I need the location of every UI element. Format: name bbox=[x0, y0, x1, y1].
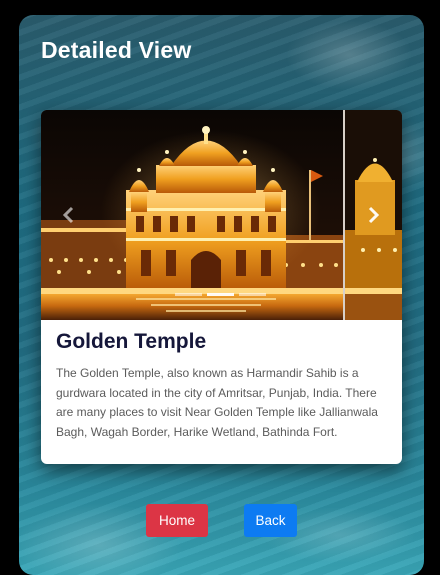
home-button[interactable]: Home bbox=[146, 504, 208, 537]
golden-temple-image bbox=[41, 110, 343, 320]
image-carousel[interactable] bbox=[41, 110, 402, 320]
card-description: The Golden Temple, also known as Harmand… bbox=[56, 366, 378, 439]
chevron-right-icon bbox=[368, 206, 380, 224]
carousel-indicator-2[interactable] bbox=[207, 293, 234, 296]
carousel-indicators bbox=[175, 293, 266, 296]
carousel-prev-button[interactable] bbox=[53, 198, 83, 232]
card-body: Golden Temple The Golden Temple, also kn… bbox=[56, 330, 391, 442]
detail-card: Golden Temple The Golden Temple, also kn… bbox=[41, 110, 402, 464]
carousel-indicator-1[interactable] bbox=[175, 293, 202, 296]
chevron-left-icon bbox=[62, 206, 74, 224]
card-title: Golden Temple bbox=[56, 330, 207, 353]
background-frame: Detailed View Golden Temple The Golden T… bbox=[19, 15, 424, 575]
back-button[interactable]: Back bbox=[244, 504, 297, 537]
page-title: Detailed View bbox=[41, 37, 192, 63]
carousel-next-button[interactable] bbox=[359, 198, 389, 232]
carousel-indicator-3[interactable] bbox=[239, 293, 266, 296]
